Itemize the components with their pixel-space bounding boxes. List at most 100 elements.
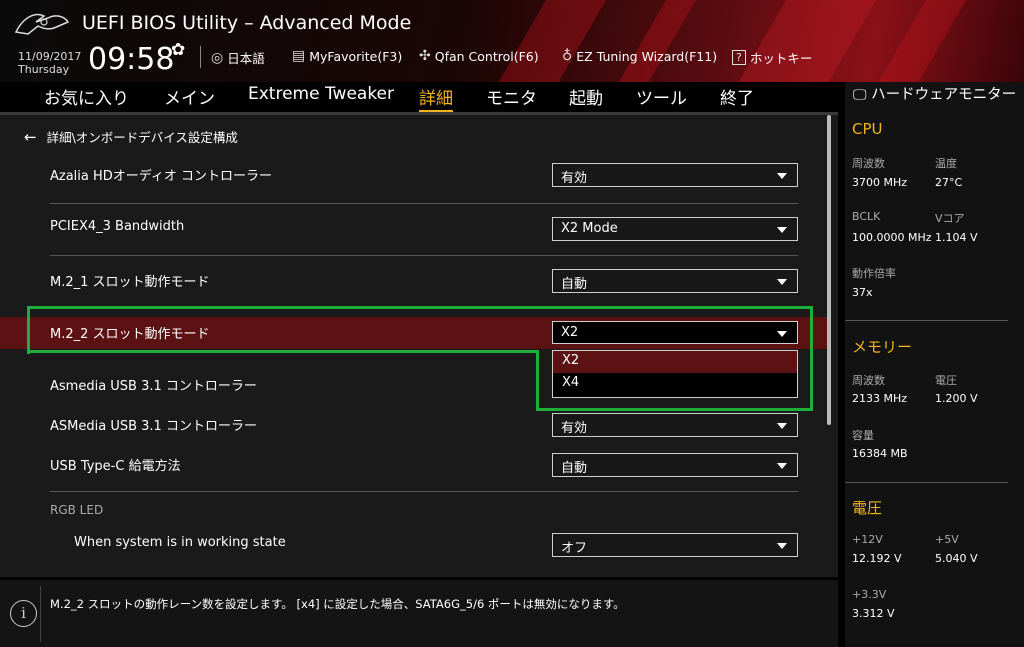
setting-label-m2-1: M.2_1 スロット動作モード [50,275,210,290]
tab-boot[interactable]: 起動 [569,84,603,109]
chevron-down-icon [777,423,787,429]
hotkey-label: ホットキー [749,51,813,66]
bulb-icon: ♁ [562,48,573,64]
help-icon: ? [732,50,746,65]
annotation-highlight-inner [536,350,539,411]
asmedia-value: 有効 [561,421,588,436]
usb-typec-value: 自動 [561,461,588,476]
ratio-value: 37x [852,286,873,299]
chevron-down-icon [777,543,787,549]
bclk-value: 100.0000 MHz [852,231,932,244]
m2-2-dropdown[interactable]: X2 X4 [552,350,798,398]
info-icon: i [10,600,37,627]
tab-favorites[interactable]: お気に入り [44,84,129,109]
breadcrumb[interactable]: ← 詳細\オンボードデバイス設定構成 [24,127,238,146]
working-state-value: オフ [561,541,588,556]
date-text: 11/09/2017 [18,50,82,63]
date-display: 11/09/2017 Thursday [18,50,81,76]
mem-volt-label: 電圧 [935,374,957,387]
azalia-value: 有効 [561,171,588,186]
monitor-title: 🖵 ハードウェアモニター [853,86,1018,104]
clock-time: 09:58 [88,42,175,77]
vcore-label: Vコア [935,212,965,225]
tab-advanced[interactable]: 詳細 [419,84,453,112]
chevron-down-icon [777,463,787,469]
row-divider [50,203,798,204]
m2-1-value: 自動 [561,277,588,292]
cpu-freq-value: 3700 MHz [852,176,908,189]
help-bar: i M.2_2 スロットの動作レーン数を設定します。 [x4] に設定した場合、… [0,580,838,647]
pciex4-value: X2 Mode [561,221,618,236]
favorite-icon: ▤ [292,48,306,64]
ratio-label: 動作倍率 [852,267,896,280]
annotation-highlight-right [810,350,813,411]
v5-label: +5V [935,533,959,546]
ez-tuning-button[interactable]: ♁ EZ Tuning Wizard(F11) [562,48,717,64]
setting-label-asmedia-2: ASMedia USB 3.1 コントローラー [50,419,257,434]
working-state-select[interactable]: オフ [552,533,798,557]
v33-value: 3.312 V [852,607,895,620]
tab-exit[interactable]: 終了 [720,84,754,109]
mem-volt-value: 1.200 V [935,392,978,405]
vcore-value: 1.104 V [935,231,978,244]
myfavorite-label: MyFavorite(F3) [309,48,403,64]
memory-heading: メモリー [852,338,913,356]
language-button[interactable]: ◎ 日本語 [211,48,265,67]
setting-label-pciex4: PCIEX4_3 Bandwidth [50,219,185,234]
tab-extreme-tweaker[interactable]: Extreme Tweaker [248,84,394,104]
help-text: M.2_2 スロットの動作レーン数を設定します。 [x4] に設定した場合、SA… [50,597,625,611]
mem-freq-value: 2133 MHz [852,392,908,405]
myfavorite-button[interactable]: ▤ MyFavorite(F3) [292,48,402,64]
main-tabs: お気に入り メイン Extreme Tweaker 詳細 モニタ 起動 ツール … [0,82,840,112]
tab-tool[interactable]: ツール [636,84,687,109]
help-divider [40,586,41,642]
tab-main[interactable]: メイン [164,84,215,109]
app-title: UEFI BIOS Utility – Advanced Mode [82,12,412,34]
pciex4-select[interactable]: X2 Mode [552,217,798,241]
cpu-temp-value: 27°C [935,176,963,189]
fan-icon: ✣ [419,48,431,64]
back-arrow-icon[interactable]: ← [24,128,37,146]
scrollbar[interactable] [827,115,831,425]
annotation-highlight-left-bottom [27,350,539,353]
bclk-label: BCLK [852,210,881,223]
asmedia-select[interactable]: 有効 [552,413,798,437]
usb-typec-select[interactable]: 自動 [552,453,798,477]
setting-label-asmedia-1: Asmedia USB 3.1 コントローラー [50,379,257,394]
rog-logo [14,13,70,35]
dropdown-option-x4[interactable]: X4 [553,373,797,395]
chevron-down-icon [777,227,787,233]
qfan-button[interactable]: ✣ Qfan Control(F6) [419,48,539,64]
day-text: Thursday [18,63,70,76]
cpu-heading: CPU [852,120,883,138]
hotkey-button[interactable]: ? ホットキー [732,48,812,67]
v33-label: +3.3V [852,588,887,601]
annotation-highlight-top [27,306,813,354]
azalia-select[interactable]: 有効 [552,163,798,187]
voltage-heading: 電圧 [852,499,883,517]
v12-value: 12.192 V [852,552,902,565]
annotation-highlight-bottom [536,408,813,411]
monitor-divider [845,482,1008,483]
tab-monitor[interactable]: モニタ [486,84,537,109]
m2-1-select[interactable]: 自動 [552,269,798,293]
v12-label: +12V [852,533,883,546]
monitor-title-text: ハードウェアモニター [871,87,1017,103]
language-label: 日本語 [227,51,265,66]
chevron-down-icon [777,173,787,179]
monitor-divider [845,320,1008,321]
mem-freq-label: 周波数 [852,374,885,387]
monitor-icon: 🖵 [853,87,867,103]
globe-icon: ◎ [211,49,224,66]
cpu-temp-label: 温度 [935,157,957,170]
qfan-label: Qfan Control(F6) [434,48,539,64]
row-divider [50,255,798,256]
section-rgb-led: RGB LED [50,503,104,517]
dropdown-option-x2[interactable]: X2 [553,351,797,373]
header-divider [200,46,201,68]
chevron-down-icon [777,279,787,285]
setting-label-usb-typec: USB Type-C 給電方法 [50,459,181,474]
header-bar: UEFI BIOS Utility – Advanced Mode 11/09/… [0,0,1024,82]
setting-label-azalia: Azalia HDオーディオ コントローラー [50,169,273,184]
gear-icon[interactable]: ✿ [171,40,185,60]
